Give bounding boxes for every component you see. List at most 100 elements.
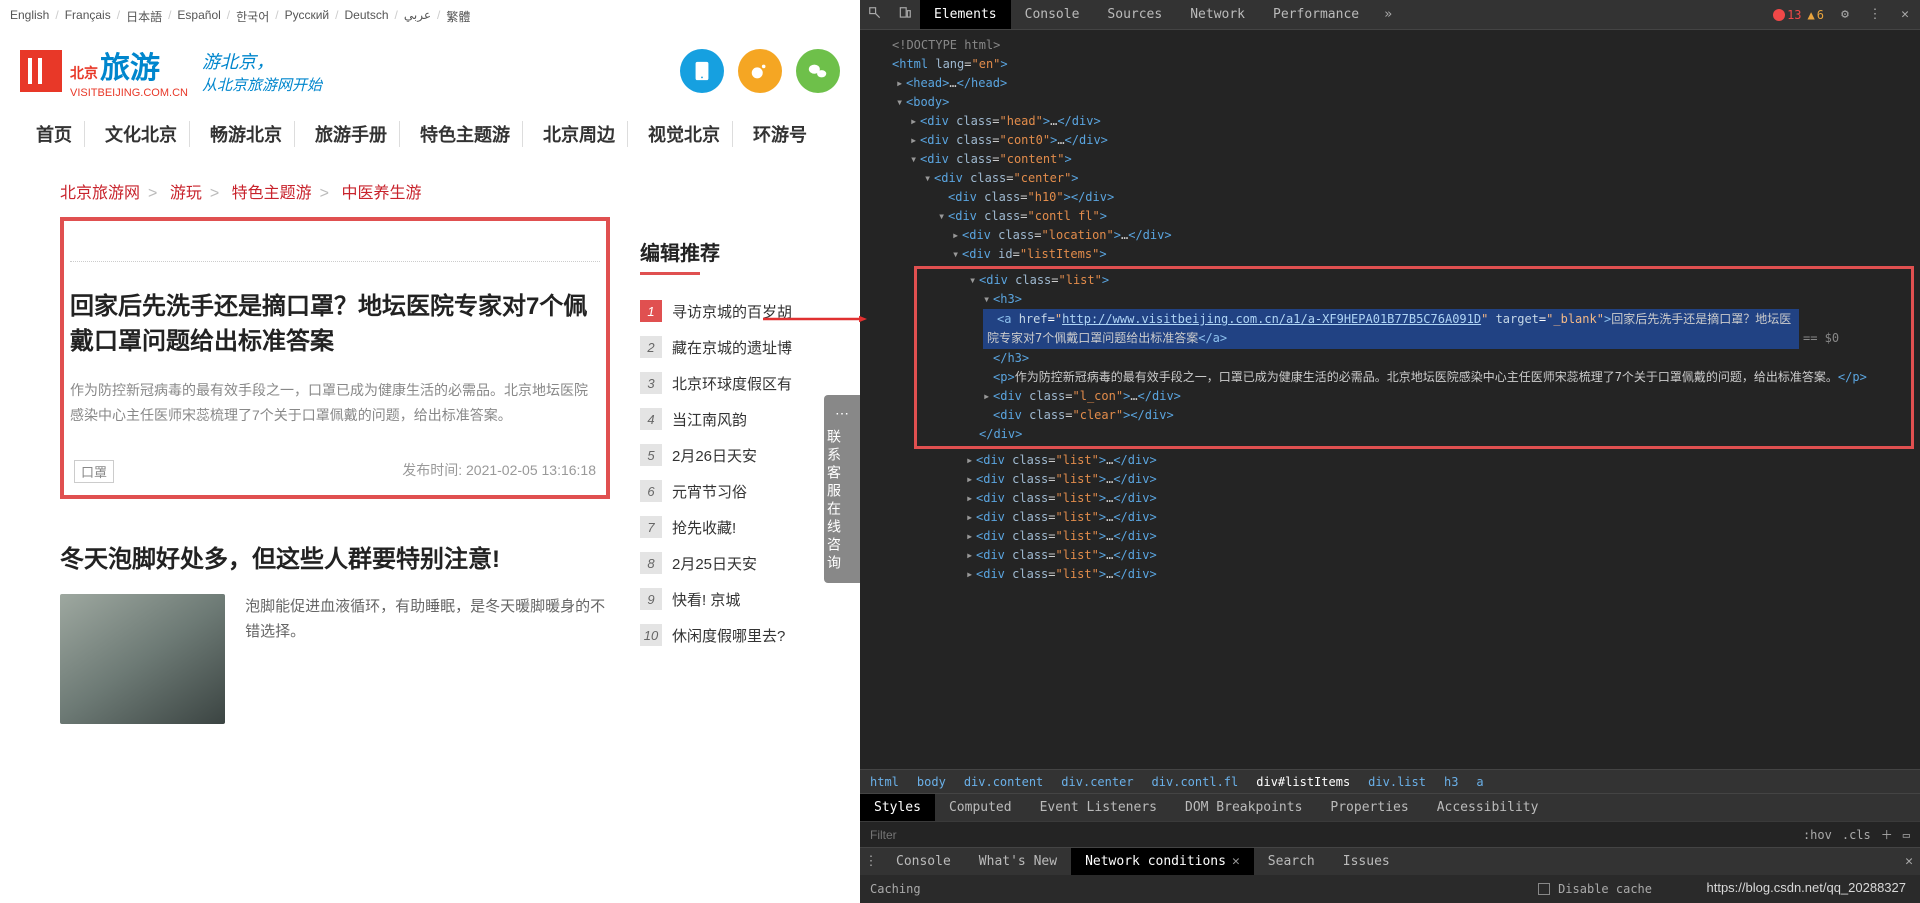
devtools-tabs: ElementsConsoleSourcesNetworkPerformance [920,0,1373,29]
styles-tab[interactable]: Event Listeners [1026,794,1171,821]
error-badge[interactable]: 13 [1773,8,1801,22]
support-widget[interactable]: ⋯ 联系客服在线咨询 [824,395,860,583]
new-style-icon[interactable]: ＋ [1881,826,1893,843]
devtools-tab[interactable]: Performance [1259,0,1373,29]
bc-theme[interactable]: 特色主题游 [232,185,312,202]
crumb-item[interactable]: body [917,775,946,789]
styles-tabs: StylesComputedEvent ListenersDOM Breakpo… [860,793,1920,821]
sidebar-item[interactable]: 2藏在京城的遗址博 [640,329,800,365]
crumb-item[interactable]: div.center [1061,775,1133,789]
lang-link[interactable]: 日本語 [126,8,162,25]
lang-link[interactable]: عربي [404,8,431,25]
device-icon[interactable] [890,6,920,24]
logo-icon [20,50,62,92]
disable-cache-label: Disable cache [1558,882,1652,896]
lang-link[interactable]: Deutsch [344,8,388,25]
nav-item[interactable]: 特色主题游 [408,121,523,147]
devtools-tab[interactable]: Sources [1093,0,1176,29]
lang-link[interactable]: Español [177,8,220,25]
nav-item[interactable]: 文化北京 [93,121,190,147]
kebab-icon[interactable]: ⋮ [1860,7,1890,22]
nav-item[interactable]: 视觉北京 [636,121,733,147]
article-highlighted: 回家后先洗手还是摘口罩？地坛医院专家对7个佩戴口罩问题给出标准答案 作为防控新冠… [60,217,610,499]
nav-item[interactable]: 环游号 [741,121,819,147]
sidebar-item[interactable]: 52月26日天安 [640,437,800,473]
filter-input[interactable] [870,828,1803,842]
hov-toggle[interactable]: :hov [1803,828,1832,842]
bc-home[interactable]: 北京旅游网 [60,185,140,202]
warn-badge[interactable]: ▲6 [1808,8,1824,22]
close-icon[interactable]: ✕ [1232,854,1240,869]
nav-item[interactable]: 首页 [24,121,85,147]
devtools-toolbar: ElementsConsoleSourcesNetworkPerformance… [860,0,1920,30]
drawer-kebab-icon[interactable]: ⋮ [860,854,882,869]
sidebar-item[interactable]: 3北京环球度假区有 [640,365,800,401]
weibo-icon[interactable] [738,49,782,93]
wechat-icon[interactable] [796,49,840,93]
browser-page: English/Français/日本語/Español/한국어/Русский… [0,0,860,903]
sidebar-item[interactable]: 82月25日天安 [640,545,800,581]
article-title[interactable]: 回家后先洗手还是摘口罩？地坛医院专家对7个佩戴口罩问题给出标准答案 [70,290,600,360]
logo[interactable]: 北京 旅游 VISITBEIJING.COM.CN [20,43,188,99]
styles-tab[interactable]: Computed [935,794,1026,821]
support-dots-icon: ⋯ [824,401,860,425]
crumb-item[interactable]: h3 [1444,775,1458,789]
article-tag[interactable]: 口罩 [74,460,114,483]
sidebar-item[interactable]: 9快看! 京城 [640,581,800,617]
crumb-item[interactable]: a [1476,775,1483,789]
bc-current[interactable]: 中医养生游 [341,185,421,202]
main-nav: 首页文化北京畅游北京旅游手册特色主题游北京周边视觉北京环游号 [0,115,860,159]
nav-item[interactable]: 畅游北京 [198,121,295,147]
drawer-tab[interactable]: Search [1254,848,1329,875]
styles-pane-icon[interactable]: ▭ [1903,828,1910,842]
close-icon[interactable]: ✕ [1898,854,1920,869]
crumb-item[interactable]: html [870,775,899,789]
slogan: 游北京， 从北京旅游网开始 [202,48,322,95]
logo-domain: VISITBEIJING.COM.CN [70,87,188,99]
inspect-icon[interactable] [860,6,890,24]
disable-cache-checkbox[interactable] [1538,883,1550,895]
styles-tab[interactable]: Properties [1316,794,1422,821]
phone-icon[interactable] [680,49,724,93]
lang-link[interactable]: English [10,8,49,25]
sidebar-item[interactable]: 1寻访京城的百岁胡 [640,293,800,329]
lang-link[interactable]: 繁體 [446,8,470,25]
devtools-tab[interactable]: Elements [920,0,1011,29]
bc-play[interactable]: 游玩 [170,185,202,202]
article2-desc: 泡脚能促进血液循环，有助睡眠，是冬天暖脚暖身的不错选择。 [245,594,610,724]
article-2: 冬天泡脚好处多，但这些人群要特别注意! 泡脚能促进血液循环，有助睡眠，是冬天暖脚… [60,539,610,724]
lang-link[interactable]: Français [65,8,111,25]
lang-link[interactable]: 한국어 [236,8,269,25]
styles-tab[interactable]: Styles [860,794,935,821]
drawer-tab[interactable]: Issues [1329,848,1404,875]
devtools-tab[interactable]: Network [1176,0,1259,29]
devtools-tab[interactable]: Console [1011,0,1094,29]
language-bar: English/Français/日本語/Español/한국어/Русский… [0,0,860,33]
article2-title[interactable]: 冬天泡脚好处多，但这些人群要特别注意! [60,539,610,574]
drawer-tabs: ⋮ ConsoleWhat's NewNetwork conditions✕Se… [860,847,1920,875]
gear-icon[interactable]: ⚙ [1830,7,1860,22]
lang-link[interactable]: Русский [285,8,330,25]
crumb-item[interactable]: div#listItems [1256,775,1350,789]
sidebar-item[interactable]: 7抢先收藏! [640,509,800,545]
crumb-item[interactable]: div.content [964,775,1043,789]
cls-toggle[interactable]: .cls [1842,828,1871,842]
styles-tab[interactable]: DOM Breakpoints [1171,794,1316,821]
nav-item[interactable]: 旅游手册 [303,121,400,147]
sidebar-item[interactable]: 6元宵节习俗 [640,473,800,509]
close-icon[interactable]: ✕ [1890,7,1920,22]
crumb-item[interactable]: div.list [1368,775,1426,789]
more-tabs-icon[interactable]: » [1373,7,1403,22]
styles-tab[interactable]: Accessibility [1423,794,1553,821]
nav-item[interactable]: 北京周边 [531,121,628,147]
sidebar-item[interactable]: 10休闲度假哪里去? [640,617,800,653]
dom-tree[interactable]: <!DOCTYPE html><html lang="en">▸<head>…<… [860,30,1920,769]
drawer-tab[interactable]: Network conditions✕ [1071,848,1254,875]
sidebar-title: 编辑推荐 [640,237,800,266]
crumb-item[interactable]: div.contl.fl [1152,775,1239,789]
article2-thumb[interactable] [60,594,225,724]
logo-big: 旅游 [100,43,160,87]
drawer-tab[interactable]: Console [882,848,965,875]
sidebar-item[interactable]: 4当江南风韵 [640,401,800,437]
drawer-tab[interactable]: What's New [965,848,1071,875]
